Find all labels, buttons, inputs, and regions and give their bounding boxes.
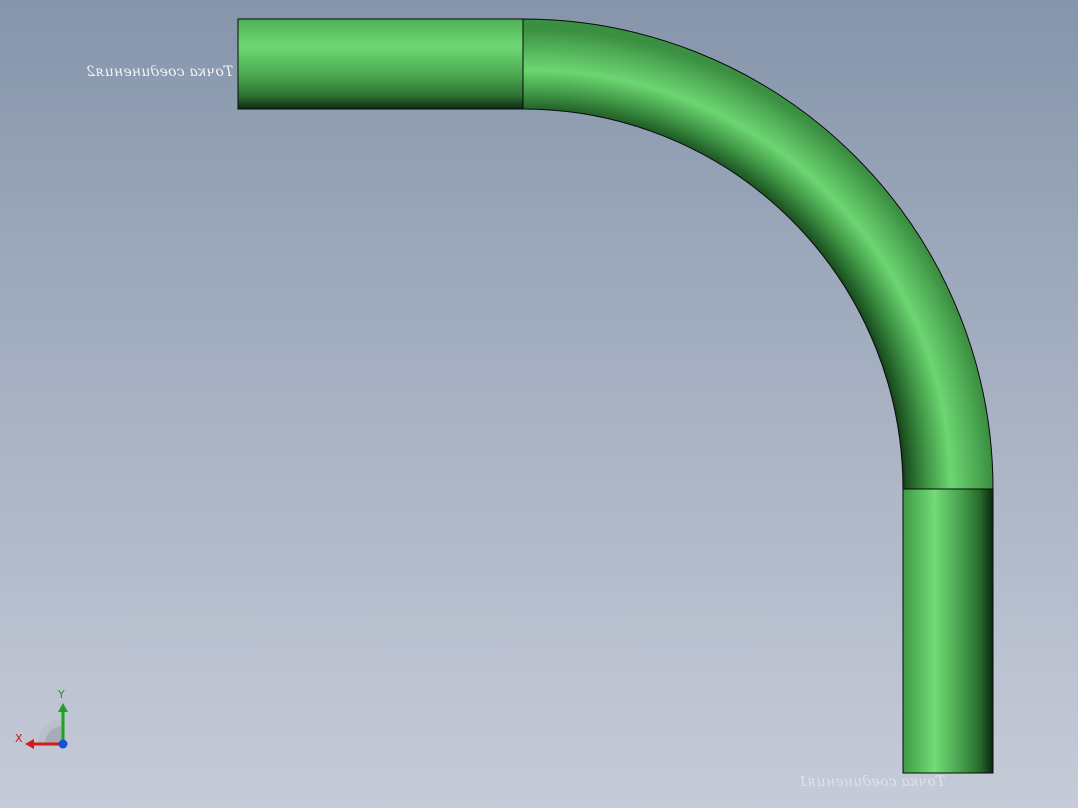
- triad-x-label: X: [15, 732, 23, 745]
- pipe-model[interactable]: [0, 0, 1078, 808]
- connection-point-label-bottom[interactable]: Точка соединения1: [798, 774, 945, 790]
- graphics-viewport[interactable]: Точка соединения2 Точка соединения1 X Y: [0, 0, 1078, 808]
- connection-point-label-top[interactable]: Точка соединения2: [86, 64, 233, 80]
- orientation-triad[interactable]: X Y: [12, 688, 76, 752]
- pipe-bend-segment[interactable]: [522, 18, 994, 490]
- pipe-straight-vertical[interactable]: [902, 488, 994, 774]
- triad-y-label: Y: [58, 688, 65, 701]
- pipe-straight-horizontal[interactable]: [237, 18, 524, 110]
